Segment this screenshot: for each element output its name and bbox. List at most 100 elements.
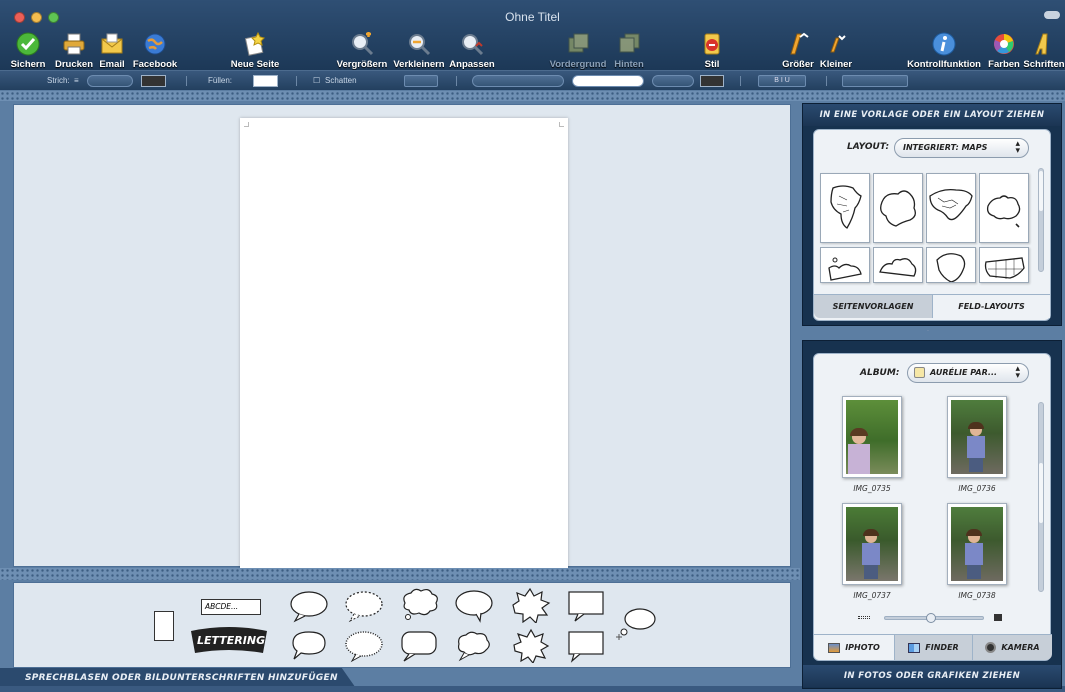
stroke-width-popup[interactable]: [87, 75, 133, 87]
speech-bubble-oval[interactable]: [289, 589, 329, 623]
stroke-color-well[interactable]: [141, 75, 166, 87]
text-box[interactable]: ABCDE...: [201, 599, 261, 615]
new-page-button[interactable]: Neue Seite: [228, 28, 282, 70]
text-bigger-button[interactable]: Größer: [780, 28, 816, 70]
style-icon: [698, 31, 726, 57]
photos-scrollbar[interactable]: [1038, 402, 1044, 592]
bring-front-button[interactable]: Vordergrund: [549, 28, 607, 70]
cloud-bubble[interactable]: [454, 629, 494, 663]
printer-icon: [60, 31, 88, 57]
send-back-button[interactable]: Hinten: [611, 28, 647, 70]
fonts-button[interactable]: Schriften: [1023, 28, 1065, 70]
layouts-scroll-thumb[interactable]: [1039, 171, 1043, 211]
shout-bubble[interactable]: [509, 587, 551, 623]
font-family-popup[interactable]: [472, 75, 564, 87]
layout-map-asia[interactable]: [926, 173, 976, 243]
zoom-out-button[interactable]: Verkleinern: [392, 28, 446, 70]
text-color-well[interactable]: [700, 75, 724, 87]
italic-button[interactable]: I: [781, 77, 783, 84]
photo-caption: IMG_0737: [853, 591, 891, 600]
stroke-label: Strich:: [47, 76, 70, 85]
lettering-box[interactable]: LETTERING: [187, 625, 269, 655]
tab-page-templates[interactable]: SEITENVORLAGEN: [814, 294, 932, 318]
square-rounded-bubble[interactable]: [399, 629, 439, 663]
rectangle-bubble[interactable]: [566, 589, 606, 623]
caption-box[interactable]: [154, 611, 174, 641]
zoom-in-button[interactable]: Vergrößern: [335, 28, 389, 70]
colors-button[interactable]: Farben: [987, 28, 1021, 70]
bold-button[interactable]: B: [774, 77, 779, 84]
separator: [296, 76, 297, 86]
font-icon: [1030, 31, 1058, 57]
print-button[interactable]: Drucken: [50, 28, 98, 70]
album-label: ALBUM:: [860, 368, 900, 378]
photo-thumbnail[interactable]: [947, 503, 1007, 585]
alignment-buttons[interactable]: [842, 75, 908, 87]
layout-popup[interactable]: INTEGRIERT: MAPS ▴ ▾: [894, 138, 1029, 158]
tab-iphoto[interactable]: IPHOTO: [814, 634, 894, 660]
album-icon: [914, 367, 925, 378]
photo-image: [846, 400, 898, 474]
tab-finder[interactable]: FINDER: [894, 634, 972, 660]
opacity-popup[interactable]: [404, 75, 438, 87]
text-style-buttons[interactable]: B I U: [758, 75, 806, 87]
large-thumbs-icon: [994, 614, 1002, 621]
layout-map-europe[interactable]: [820, 247, 870, 283]
photo-caption: IMG_0738: [958, 591, 996, 600]
bring-front-icon: [564, 31, 592, 57]
photo-caption: IMG_0735: [853, 484, 891, 493]
email-button[interactable]: Email: [96, 28, 128, 70]
font-size-popup[interactable]: [652, 75, 694, 87]
zoom-fit-button[interactable]: Anpassen: [449, 28, 495, 70]
fill-label: Füllen:: [208, 76, 233, 85]
layout-popup-value: INTEGRIERT: MAPS: [903, 143, 988, 152]
font-typeface-popup[interactable]: [572, 75, 644, 87]
photos-scroll-thumb[interactable]: [1039, 463, 1043, 523]
comic-page[interactable]: [240, 118, 568, 570]
separator: [456, 76, 457, 86]
bubbles-caption: SPRECHBLASEN ODER BILDUNTERSCHRIFTEN HIN…: [0, 668, 356, 688]
style-button[interactable]: Stil: [698, 28, 726, 70]
layout-map-usa[interactable]: [979, 247, 1029, 283]
speech-bubble-wavy[interactable]: [289, 629, 329, 663]
thought-bubble-trail[interactable]: [614, 605, 658, 641]
save-button[interactable]: Sichern: [8, 28, 48, 70]
layout-map-antarctica[interactable]: [873, 173, 923, 243]
thumb-size-knob[interactable]: [925, 613, 936, 623]
lettering-label: LETTERING: [197, 634, 266, 647]
zoom-fit-icon: [458, 31, 486, 57]
thought-bubble[interactable]: [399, 587, 441, 623]
fill-color-well[interactable]: [253, 75, 278, 87]
photo-thumbnail[interactable]: [947, 396, 1007, 478]
tab-panel-layouts[interactable]: FELD-LAYOUTS: [932, 294, 1050, 318]
layout-map-africa[interactable]: [820, 173, 870, 243]
canvas-area[interactable]: [13, 104, 791, 570]
toolbar-toggle-button[interactable]: [1044, 11, 1060, 19]
tab-camera[interactable]: KAMERA: [972, 634, 1052, 660]
layouts-container: LAYOUT: INTEGRIERT: MAPS ▴ ▾ SEITENVORLA…: [813, 129, 1051, 321]
text-smaller-button[interactable]: Kleiner: [818, 28, 854, 70]
photo-thumbnail[interactable]: [842, 503, 902, 585]
rectangle-bubble-tail[interactable]: [566, 629, 606, 663]
underline-button[interactable]: U: [785, 77, 790, 84]
shadow-checkbox[interactable]: ☐: [313, 75, 320, 87]
speech-bubble-rounded[interactable]: [454, 589, 494, 623]
thumb-size-slider[interactable]: [884, 613, 984, 623]
facebook-button[interactable]: Facebook: [132, 28, 178, 70]
globe-icon: [141, 31, 169, 57]
whisper-bubble[interactable]: [344, 589, 384, 623]
separator: [826, 76, 827, 86]
info-icon: [930, 31, 958, 57]
album-popup[interactable]: AURÉLIE PAR... ▴ ▾: [907, 363, 1029, 383]
panel-splitter[interactable]: ·: [927, 328, 935, 334]
layouts-scrollbar[interactable]: [1038, 168, 1044, 272]
separator: [740, 76, 741, 86]
layout-map-australia[interactable]: [979, 173, 1029, 243]
photo-thumbnail[interactable]: [842, 396, 902, 478]
burst-bubble[interactable]: [509, 627, 551, 663]
inspector-button[interactable]: Kontrollfunktion: [905, 28, 983, 70]
photos-panel-footer: IN FOTOS ODER GRAFIKEN ZIEHEN: [803, 665, 1061, 687]
layout-map-world[interactable]: [873, 247, 923, 283]
scalloped-bubble[interactable]: [344, 629, 384, 663]
layout-map-south-america[interactable]: [926, 247, 976, 283]
